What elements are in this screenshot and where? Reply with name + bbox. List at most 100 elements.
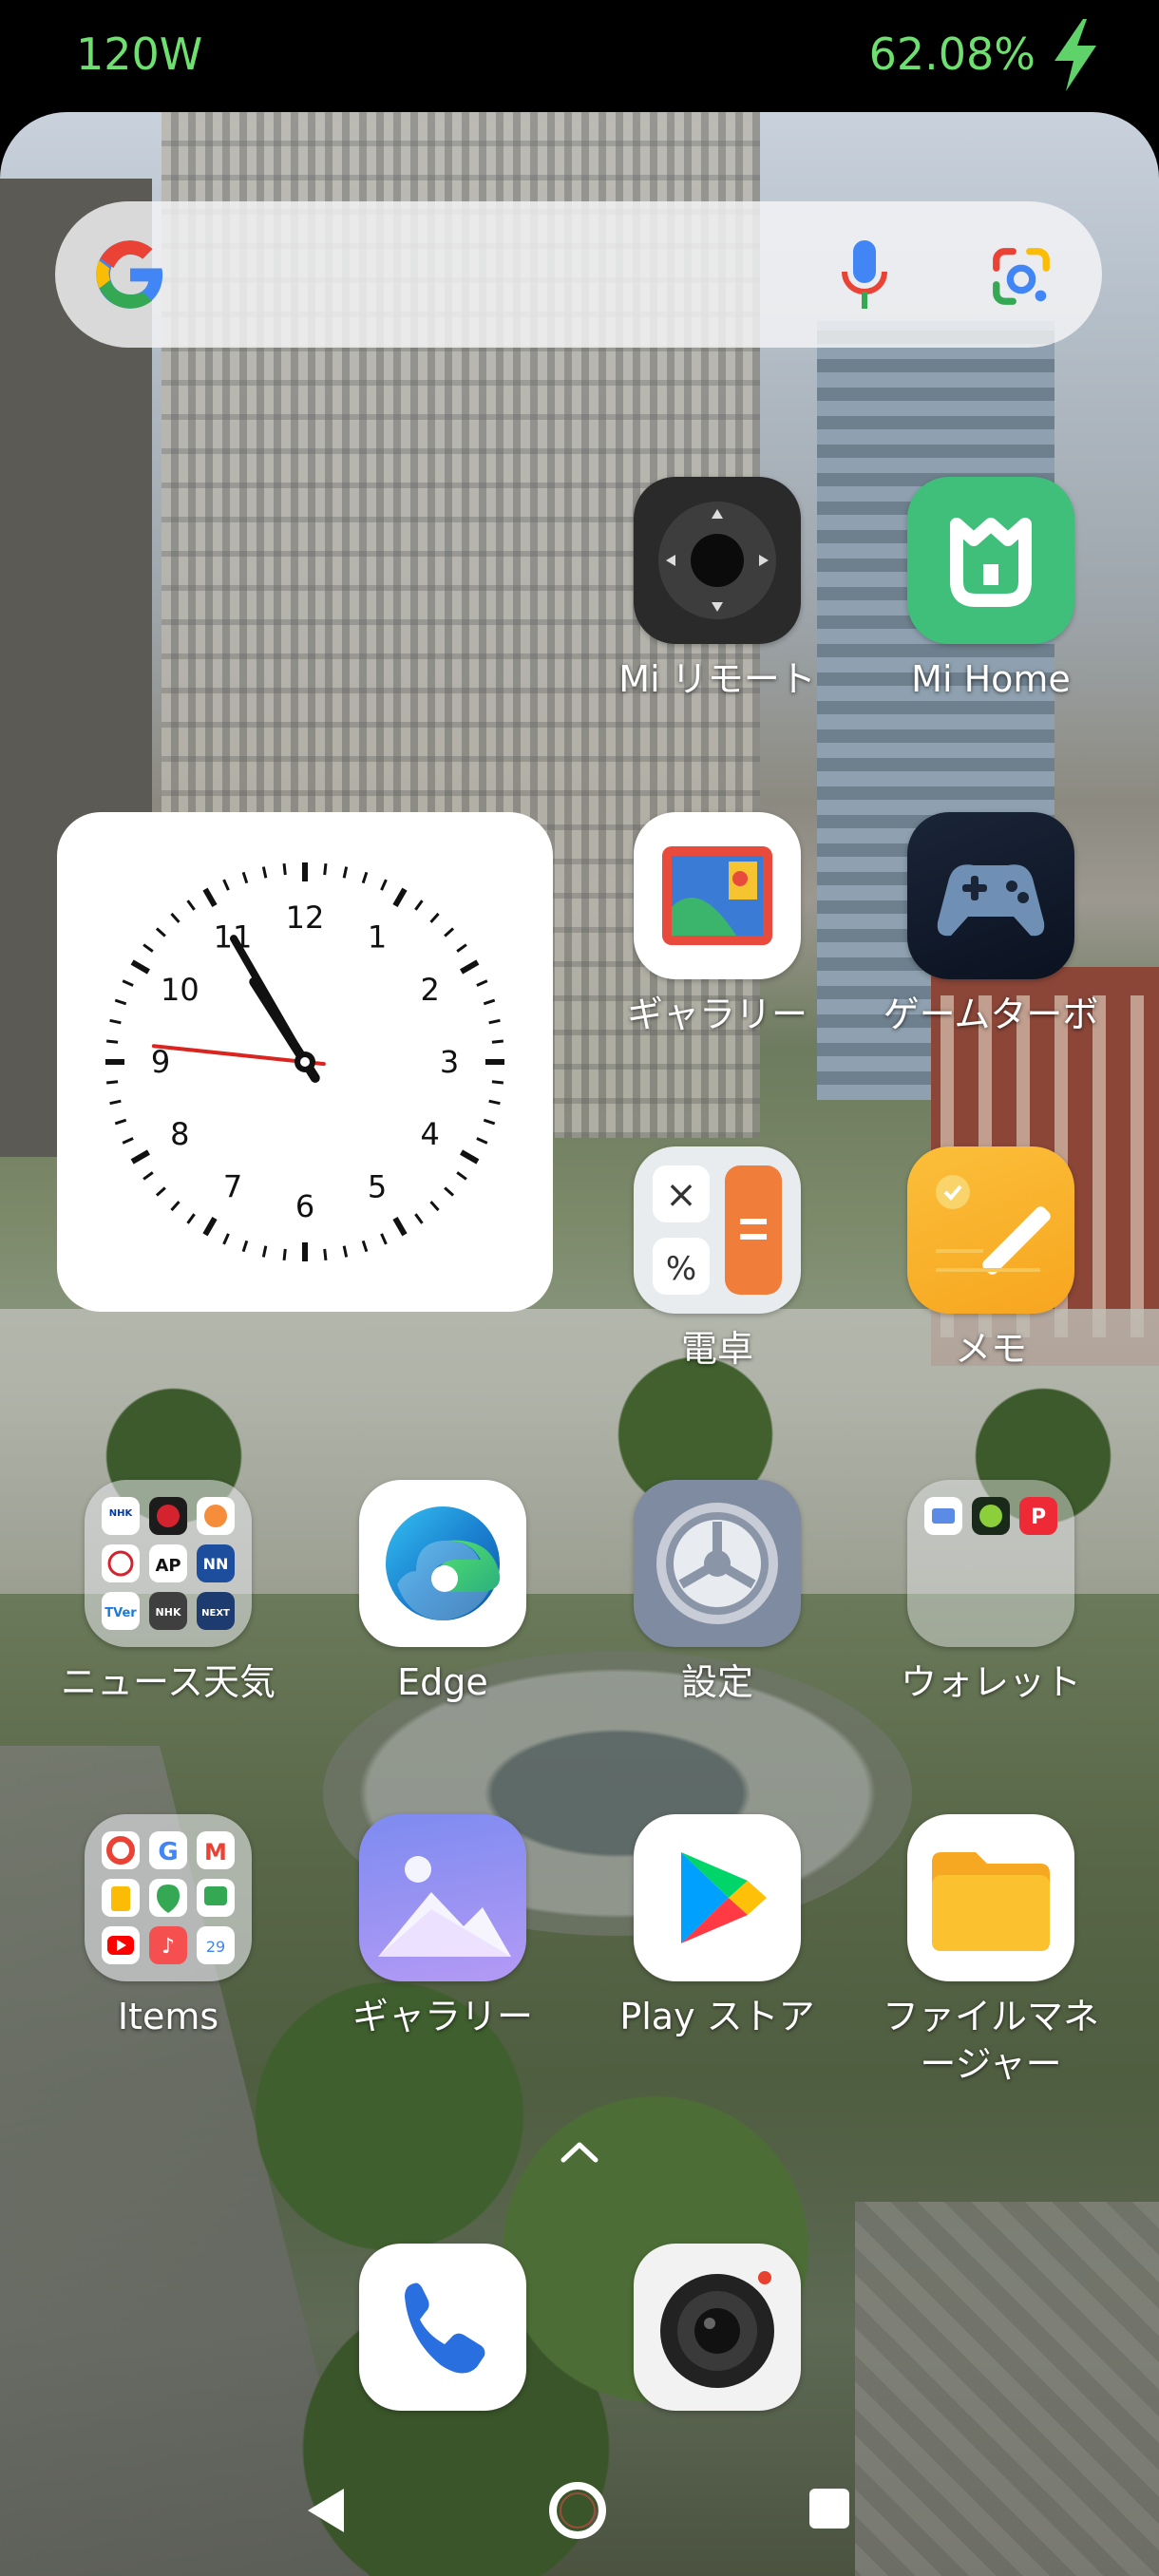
- app-edge[interactable]: Edge: [319, 1480, 566, 1706]
- clock-numeral: 2: [420, 972, 439, 1008]
- folder-items[interactable]: G M ♪ 29 Items: [45, 1814, 292, 2040]
- clock-tick: [130, 1149, 150, 1165]
- app-gallery-2[interactable]: ギャラリー: [319, 1814, 566, 2040]
- app-file-manager[interactable]: ファイルマネ ージャー: [867, 1814, 1114, 2088]
- dock-phone[interactable]: [319, 2244, 566, 2411]
- clock-tick: [483, 998, 496, 1006]
- clock-tick: [241, 1240, 249, 1253]
- svg-text:NEXT: NEXT: [201, 1608, 230, 1619]
- svg-text:NHK: NHK: [109, 1508, 134, 1519]
- clock-tick: [114, 1118, 127, 1126]
- app-label: 電卓: [680, 1328, 753, 1370]
- clock-tick: [122, 1137, 134, 1145]
- clock-tick: [456, 1171, 467, 1181]
- clock-tick: [109, 1018, 122, 1025]
- back-icon[interactable]: [302, 2485, 350, 2536]
- mic-icon[interactable]: [836, 237, 893, 312]
- clock-center-dot: [300, 1057, 310, 1067]
- app-label: Mi リモート: [618, 658, 816, 700]
- edge-icon: [359, 1480, 526, 1647]
- app-settings[interactable]: 設定: [594, 1480, 841, 1706]
- app-mi-home[interactable]: Mi Home: [867, 477, 1114, 703]
- clock-tick: [261, 1245, 268, 1258]
- status-bar: 120W 62.08%: [0, 0, 1159, 112]
- clock-tick: [460, 959, 480, 975]
- clock-numeral: 8: [170, 1116, 189, 1152]
- clock-tick: [429, 1201, 440, 1212]
- app-label: Play ストア: [619, 1996, 815, 2037]
- clock-tick: [282, 862, 287, 876]
- clock-tick: [323, 862, 328, 876]
- svg-text:P: P: [1031, 1506, 1046, 1529]
- svg-text:♪: ♪: [162, 1935, 175, 1959]
- clock-tick: [488, 1018, 501, 1025]
- clock-tick: [170, 1201, 180, 1212]
- folder-icon: NHK AP NN TVer NHK NEXT: [85, 1480, 252, 1647]
- clock-tick: [142, 1171, 154, 1181]
- app-calculator[interactable]: × % 電卓: [594, 1146, 841, 1373]
- app-label: ギャラリー: [352, 1996, 533, 2037]
- gallery-icon: [634, 812, 801, 979]
- power-readout: 120W: [76, 28, 203, 80]
- clock-tick: [130, 959, 150, 975]
- clock-tick: [392, 1217, 408, 1237]
- clock-tick: [323, 1248, 328, 1261]
- svg-text:29: 29: [206, 1938, 225, 1956]
- app-play-store[interactable]: Play ストア: [594, 1814, 841, 2040]
- clock-numeral: 12: [286, 900, 325, 936]
- clock-tick: [261, 866, 268, 879]
- clock-tick: [342, 1245, 349, 1258]
- app-gallery[interactable]: ギャラリー: [594, 812, 841, 1038]
- clock-tick: [222, 1233, 230, 1245]
- app-label: ギャラリー: [626, 994, 808, 1035]
- google-search-bar[interactable]: [55, 201, 1102, 348]
- svg-text:NHK: NHK: [156, 1606, 181, 1619]
- clock-numeral: 6: [295, 1188, 314, 1224]
- clock-numeral: 1: [368, 919, 387, 955]
- clock-widget[interactable]: 121234567891011: [57, 812, 553, 1312]
- clock-tick: [122, 979, 134, 987]
- clock-tick: [186, 900, 196, 911]
- home-icon[interactable]: [546, 2479, 609, 2542]
- folder-file-icon: [907, 1814, 1074, 1981]
- clock-tick: [142, 943, 154, 953]
- clock-tick: [380, 879, 388, 891]
- folder-icon: G M ♪ 29: [85, 1814, 252, 1981]
- mi-home-icon: [907, 477, 1074, 644]
- clock-tick: [483, 1118, 496, 1126]
- play-store-icon: [634, 1814, 801, 1981]
- clock-tick: [476, 979, 488, 987]
- app-game-turbo[interactable]: ゲームターボ: [867, 812, 1114, 1038]
- clock-numeral: 10: [161, 972, 200, 1008]
- clock-tick: [414, 1213, 424, 1224]
- chevron-up-icon[interactable]: [556, 2137, 603, 2166]
- clock-tick: [342, 866, 349, 879]
- app-label: ファイルマネ ージャー: [882, 1996, 1099, 2085]
- folder-news-weather[interactable]: NHK AP NN TVer NHK NEXT ニュース天気: [45, 1480, 292, 1706]
- navigation-bar: [0, 2470, 1159, 2576]
- app-label: メモ: [954, 1328, 1027, 1370]
- clock-tick: [114, 998, 127, 1006]
- folder-wallet[interactable]: P ウォレット: [867, 1480, 1114, 1706]
- google-g-icon: [96, 240, 163, 309]
- clock-tick: [460, 1149, 480, 1165]
- clock-numeral: 4: [420, 1116, 439, 1152]
- app-mi-remote[interactable]: Mi リモート: [594, 477, 841, 703]
- google-lens-icon[interactable]: [988, 243, 1054, 310]
- clock-numeral: 5: [368, 1169, 387, 1205]
- dock-camera[interactable]: [594, 2244, 841, 2411]
- clock-tick: [380, 1233, 388, 1245]
- clock-tick: [241, 871, 249, 884]
- clock-tick: [170, 912, 180, 923]
- clock-tick: [414, 900, 424, 911]
- clock-tick: [155, 1186, 166, 1197]
- recents-icon[interactable]: [808, 2487, 851, 2530]
- remote-icon: [634, 477, 801, 644]
- app-label: Mi Home: [911, 658, 1071, 700]
- clock-numeral: 7: [223, 1169, 242, 1205]
- calculator-icon: × %: [634, 1146, 801, 1314]
- app-label: 設定: [680, 1661, 753, 1703]
- clock-tick: [488, 1099, 501, 1106]
- svg-text:AP: AP: [155, 1556, 180, 1576]
- app-notes[interactable]: メモ: [867, 1146, 1114, 1373]
